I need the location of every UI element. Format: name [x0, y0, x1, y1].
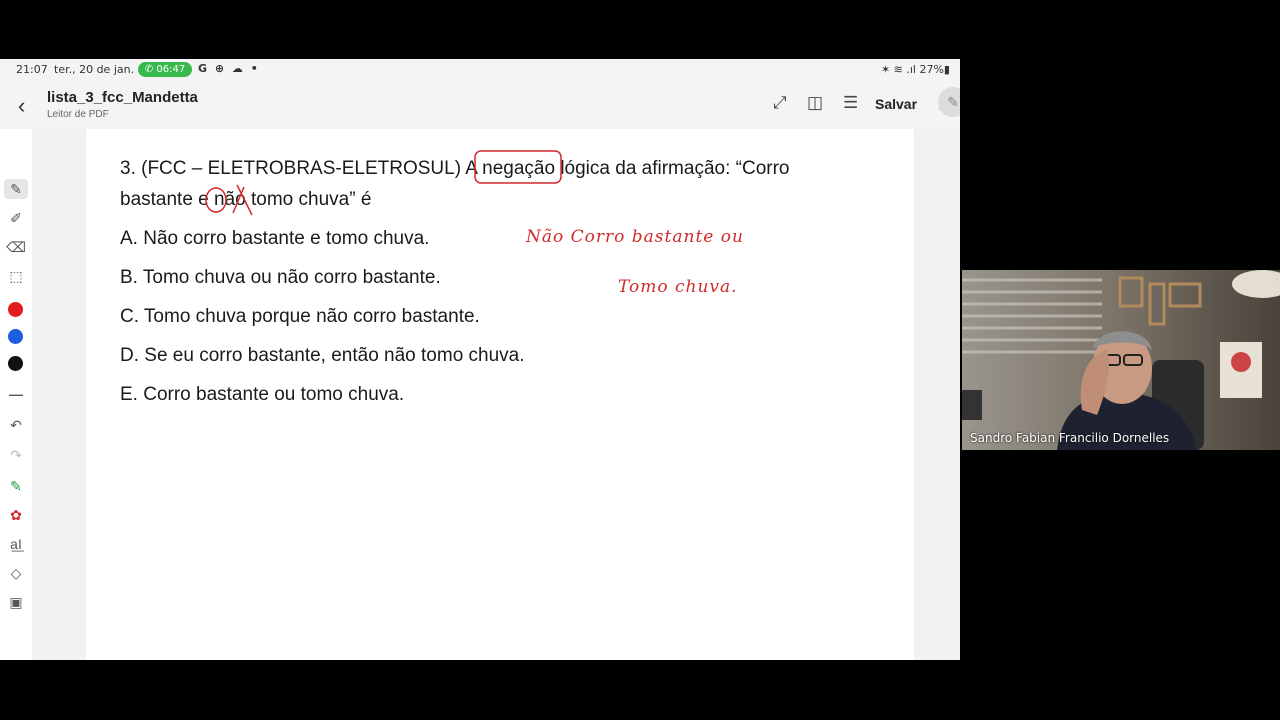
call-timer-badge[interactable]: ✆ 06:47	[138, 62, 192, 77]
status-date: ter., 20 de jan.	[54, 63, 135, 76]
status-time: 21:07	[16, 63, 48, 76]
app-bar: ‹ lista_3_fcc_Mandetta Leitor de PDF ⤢ ◫…	[0, 81, 960, 129]
eraser-tool-icon[interactable]: ⌫	[4, 237, 28, 257]
color-black-swatch[interactable]	[8, 356, 23, 371]
ink-cross-nao	[232, 184, 253, 216]
webcam-video	[962, 270, 1280, 450]
color-red-swatch[interactable]	[8, 302, 23, 317]
tablet-screen: 21:07 ter., 20 de jan. ✆ 06:47 G ⊕ ☁ • ✶…	[0, 59, 960, 660]
app-subtitle: Leitor de PDF	[47, 109, 109, 120]
ink-box-negacao	[474, 150, 562, 184]
participant-name: Sandro Fabian Francilio Dornelles	[970, 431, 1170, 445]
notification-icons: G ⊕ ☁ •	[198, 62, 260, 75]
system-status-icons: ✶ ≋ .ıl 27%▮	[880, 63, 950, 76]
webcam-tile[interactable]: Sandro Fabian Francilio Dornelles	[962, 270, 1280, 450]
expand-icon[interactable]: ⤢	[773, 93, 787, 113]
color-blue-swatch[interactable]	[8, 329, 23, 344]
save-button[interactable]: Salvar	[875, 96, 917, 112]
annotation-toolbar: ✎ ✐ ⌫ ⬚ — ↶ ↷ ✎ ✿ a͟I ◇ ▣	[0, 129, 32, 660]
stroke-width-icon[interactable]: —	[4, 384, 28, 404]
red-marker-icon[interactable]: ✿	[4, 505, 28, 525]
ink-annotations	[205, 150, 562, 216]
handwriting-line-1: Não Corro bastante ou	[526, 227, 744, 247]
book-view-icon[interactable]: ◫	[807, 93, 823, 113]
handwriting-line-2: Tomo chuva.	[618, 277, 738, 297]
pdf-page: 3. (FCC – ELETROBRAS-ELETROSUL) A negaçã…	[86, 129, 914, 660]
image-tool-icon[interactable]: ▣	[4, 592, 28, 612]
green-pen-icon[interactable]: ✎	[4, 476, 28, 496]
undo-icon[interactable]: ↶	[4, 415, 28, 435]
chevron-left-icon[interactable]: ‹	[18, 93, 25, 119]
ink-circle-e	[205, 187, 227, 213]
text-tool-icon[interactable]: a͟I	[4, 534, 28, 554]
lasso-select-icon[interactable]: ⬚	[4, 266, 28, 286]
shapes-tool-icon[interactable]: ◇	[4, 563, 28, 583]
status-bar: 21:07 ter., 20 de jan. ✆ 06:47 G ⊕ ☁ • ✶…	[0, 59, 960, 81]
page-list-icon[interactable]: ☰	[843, 93, 858, 113]
pen-fab-icon[interactable]: ✎	[938, 87, 960, 117]
highlighter-tool-icon[interactable]: ✐	[4, 208, 28, 228]
redo-icon[interactable]: ↷	[4, 445, 28, 465]
pen-tool-icon[interactable]: ✎	[4, 179, 28, 199]
document-title: lista_3_fcc_Mandetta	[47, 89, 198, 106]
call-timer: 06:47	[156, 64, 186, 75]
pdf-viewer[interactable]: 3. (FCC – ELETROBRAS-ELETROSUL) A negaçã…	[32, 129, 960, 660]
